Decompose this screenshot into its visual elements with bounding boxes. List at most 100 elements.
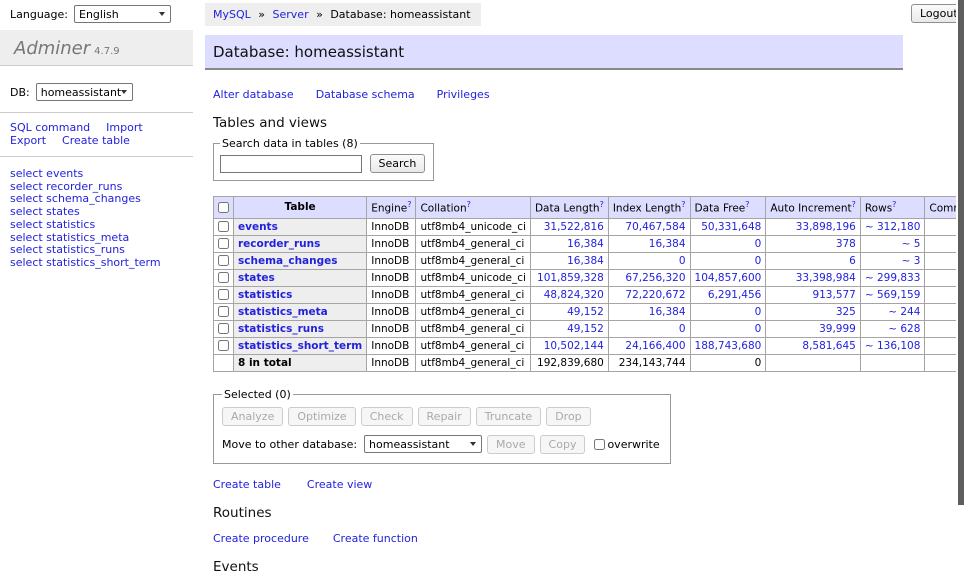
column-help-link[interactable]: ?: [681, 200, 685, 209]
column-help-link[interactable]: ?: [892, 200, 896, 209]
database-action-link[interactable]: Privileges: [437, 88, 490, 101]
data-length-cell-link[interactable]: 16,384: [567, 238, 604, 250]
rows-cell-link[interactable]: ~ 3: [902, 255, 921, 267]
move-button[interactable]: Move: [487, 435, 535, 454]
auto-increment-cell-link[interactable]: 8,581,645: [802, 340, 855, 352]
copy-button[interactable]: Copy: [540, 435, 586, 454]
check-button[interactable]: Check: [361, 407, 413, 426]
database-action-link[interactable]: Database schema: [316, 88, 415, 101]
column-help-link[interactable]: ?: [467, 200, 471, 209]
breadcrumb-item[interactable]: MySQL: [213, 8, 251, 21]
sidebar-select-link[interactable]: select statistics_short_term: [10, 257, 193, 270]
database-action-link[interactable]: Alter database: [213, 88, 294, 101]
table-name-link[interactable]: events: [238, 221, 278, 233]
data-free-cell-link[interactable]: 104,857,600: [695, 272, 762, 284]
rows-cell: ~ 3: [860, 252, 925, 269]
table-name-link[interactable]: statistics_short_term: [238, 340, 362, 352]
data-length-cell-link[interactable]: 48,824,320: [544, 289, 604, 301]
breadcrumb-item[interactable]: Server: [273, 8, 309, 21]
data-free-cell-link[interactable]: 0: [755, 306, 762, 318]
table-name-link[interactable]: statistics_meta: [238, 306, 328, 318]
search-input[interactable]: [220, 155, 362, 173]
row-checkbox[interactable]: [218, 255, 229, 266]
auto-increment-cell-link[interactable]: 33,398,984: [796, 272, 856, 284]
data-free-cell-link[interactable]: 50,331,648: [701, 221, 761, 233]
row-checkbox[interactable]: [218, 272, 229, 283]
main-content: MySQL » Server » Database: homeassistant…: [205, 0, 903, 575]
table-name-link[interactable]: statistics_runs: [238, 323, 324, 335]
row-checkbox[interactable]: [218, 289, 229, 300]
sidebar-action-link[interactable]: Import: [106, 121, 143, 134]
index-length-cell-link[interactable]: 67,256,320: [625, 272, 685, 284]
data-length-cell-link[interactable]: 16,384: [567, 255, 604, 267]
sidebar-select-link[interactable]: select states: [10, 206, 193, 219]
truncate-button[interactable]: Truncate: [476, 407, 541, 426]
index-length-cell-link[interactable]: 16,384: [649, 306, 686, 318]
scrollbar-thumb[interactable]: [958, 0, 964, 505]
data-free-cell-link[interactable]: 0: [755, 323, 762, 335]
row-checkbox[interactable]: [218, 221, 229, 232]
row-checkbox[interactable]: [218, 323, 229, 334]
column-help-link[interactable]: ?: [852, 200, 856, 209]
table-name-link[interactable]: states: [238, 272, 275, 284]
table-name-link[interactable]: recorder_runs: [238, 238, 320, 250]
create-link[interactable]: Create view: [307, 478, 372, 491]
table-name-link[interactable]: statistics: [238, 289, 292, 301]
optimize-button[interactable]: Optimize: [288, 407, 355, 426]
search-button[interactable]: Search: [370, 154, 426, 173]
index-length-cell-link[interactable]: 24,166,400: [625, 340, 685, 352]
auto-increment-cell-link[interactable]: 6: [849, 255, 856, 267]
data-length-cell-link[interactable]: 49,152: [567, 323, 604, 335]
column-help-link[interactable]: ?: [407, 200, 411, 209]
index-length-cell-link[interactable]: 0: [679, 323, 686, 335]
row-checkbox[interactable]: [218, 340, 229, 351]
rows-cell-link[interactable]: ~ 569,159: [865, 289, 921, 301]
column-help-link[interactable]: ?: [745, 200, 749, 209]
rows-cell-link[interactable]: ~ 628: [888, 323, 920, 335]
sidebar-action-link[interactable]: Export: [10, 134, 46, 147]
create-link[interactable]: Create table: [213, 478, 281, 491]
row-checkbox-cell: [214, 218, 234, 235]
table-row: statistics_metaInnoDButf8mb4_general_ci4…: [214, 303, 966, 320]
sidebar-action-link[interactable]: SQL command: [10, 121, 90, 134]
data-free-cell-link[interactable]: 0: [755, 238, 762, 250]
sidebar-select-link[interactable]: select statistics: [10, 219, 193, 232]
index-length-cell-link[interactable]: 0: [679, 255, 686, 267]
auto-increment-cell-link[interactable]: 325: [836, 306, 856, 318]
table-name-link[interactable]: schema_changes: [238, 255, 338, 267]
select-all-checkbox[interactable]: [218, 202, 229, 213]
engine-cell: InnoDB: [367, 252, 416, 269]
auto-increment-cell-link[interactable]: 33,898,196: [796, 221, 856, 233]
row-checkbox[interactable]: [218, 306, 229, 317]
auto-increment-cell-link[interactable]: 39,999: [819, 323, 856, 335]
data-length-cell-link[interactable]: 10,502,144: [544, 340, 604, 352]
rows-cell-link[interactable]: ~ 312,180: [865, 221, 921, 233]
row-checkbox[interactable]: [218, 238, 229, 249]
drop-button[interactable]: Drop: [546, 407, 590, 426]
auto-increment-cell-link[interactable]: 913,577: [812, 289, 855, 301]
column-help-link[interactable]: ?: [600, 200, 604, 209]
index-length-cell-link[interactable]: 16,384: [649, 238, 686, 250]
auto-increment-cell-link[interactable]: 378: [836, 238, 856, 250]
data-length-cell-link[interactable]: 101,859,328: [537, 272, 604, 284]
data-length-cell-link[interactable]: 49,152: [567, 306, 604, 318]
overwrite-checkbox[interactable]: [594, 439, 605, 450]
search-legend: Search data in tables (8): [220, 137, 360, 150]
data-free-cell-link[interactable]: 188,743,680: [695, 340, 762, 352]
move-database-select[interactable]: homeassistant: [364, 435, 482, 453]
data-length-cell-link[interactable]: 31,522,816: [544, 221, 604, 233]
data-free-cell-link[interactable]: 0: [755, 255, 762, 267]
analyze-button[interactable]: Analyze: [222, 407, 283, 426]
sidebar-select-link[interactable]: select events: [10, 168, 193, 181]
rows-cell-link[interactable]: ~ 5: [902, 238, 921, 250]
repair-button[interactable]: Repair: [418, 407, 471, 426]
data-free-cell-link[interactable]: 6,291,456: [708, 289, 761, 301]
db-select[interactable]: homeassistant: [36, 83, 133, 101]
index-length-cell-link[interactable]: 72,220,672: [625, 289, 685, 301]
sidebar-action-link[interactable]: Create table: [62, 134, 130, 147]
language-select[interactable]: English: [74, 5, 171, 23]
rows-cell-link[interactable]: ~ 299,833: [865, 272, 921, 284]
rows-cell-link[interactable]: ~ 136,108: [865, 340, 921, 352]
index-length-cell-link[interactable]: 70,467,584: [625, 221, 685, 233]
rows-cell-link[interactable]: ~ 244: [888, 306, 920, 318]
